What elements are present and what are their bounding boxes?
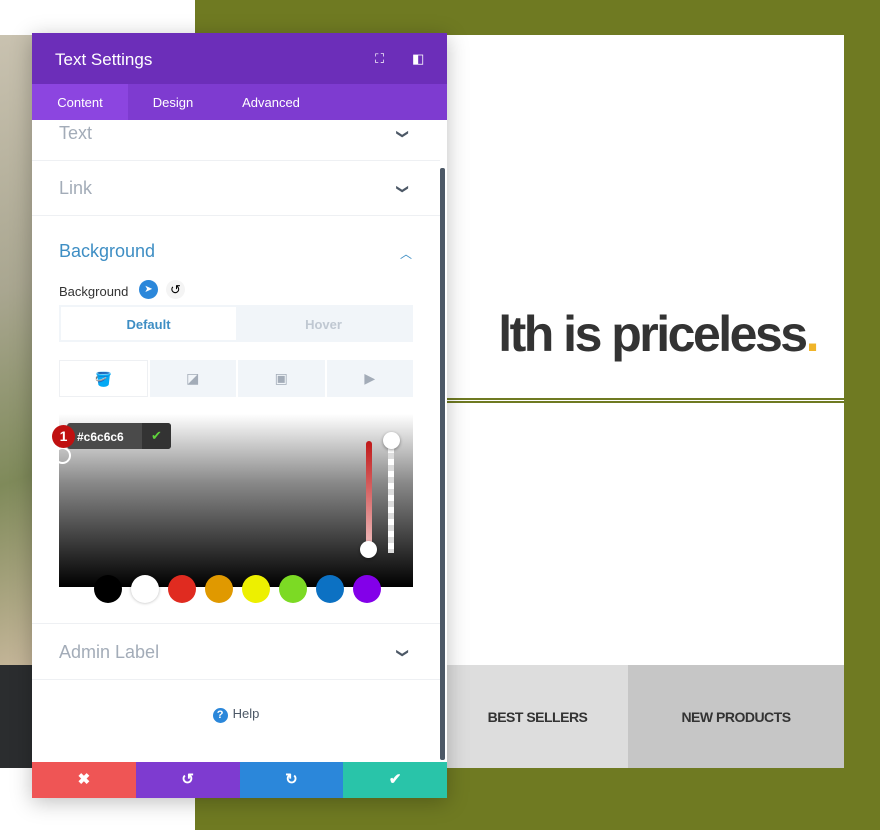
opacity-slider[interactable] <box>388 441 394 553</box>
hue-slider-handle[interactable] <box>360 541 377 558</box>
tab-content[interactable]: Content <box>32 84 128 120</box>
cursor-icon[interactable]: ➤ <box>139 280 158 299</box>
section-link[interactable]: Link ❯ <box>32 161 440 216</box>
sidebar-toggle-icon[interactable]: ◧ <box>412 51 424 67</box>
help-label: Help <box>232 706 260 721</box>
section-text[interactable]: Text ❯ <box>32 120 440 161</box>
chevron-down-icon: ❯ <box>395 128 410 140</box>
swatch-purple[interactable] <box>353 575 381 603</box>
hue-slider[interactable] <box>366 441 372 549</box>
color-picker-handle[interactable] <box>54 447 71 464</box>
reset-icon[interactable]: ↺ <box>166 280 185 299</box>
step-badge: 1 <box>52 425 75 448</box>
tab-design[interactable]: Design <box>128 84 218 120</box>
chevron-up-icon[interactable]: ︿ <box>400 245 412 262</box>
panel-footer: ✖ ↺ ↻ ✔ <box>32 762 447 798</box>
panel-title: Text Settings <box>55 50 153 69</box>
swatch-white[interactable] <box>131 575 159 603</box>
swatch-green[interactable] <box>279 575 307 603</box>
section-label: Admin Label <box>59 642 160 662</box>
settings-panel: Text Settings ⛶ ◧ Content Design Advance… <box>32 33 447 798</box>
paint-bucket-icon[interactable]: 🪣 <box>59 360 148 397</box>
fullscreen-icon[interactable]: ⛶ <box>375 51 384 67</box>
panel-tabs: Content Design Advanced <box>32 84 447 120</box>
save-button[interactable]: ✔ <box>343 762 447 798</box>
headline: lth is priceless. <box>498 306 817 362</box>
chevron-down-icon: ❯ <box>395 647 410 659</box>
section-background-title[interactable]: Background <box>59 241 155 262</box>
section-admin-label[interactable]: Admin Label ❯ <box>32 623 440 680</box>
swatch-black[interactable] <box>94 575 122 603</box>
swatch-yellow[interactable] <box>242 575 270 603</box>
swatch-blue[interactable] <box>316 575 344 603</box>
state-default[interactable]: Default <box>61 307 236 340</box>
background-type-tabs: 🪣 ◪ ▣ ▶ <box>59 360 413 397</box>
section-label: Text <box>59 123 93 143</box>
video-icon[interactable]: ▶ <box>326 360 413 397</box>
scrollbar[interactable] <box>440 168 445 760</box>
section-label: Link <box>59 178 93 198</box>
divider <box>447 398 844 403</box>
background-label: Background <box>59 284 129 299</box>
state-hover[interactable]: Hover <box>236 307 411 340</box>
check-icon[interactable]: ✔ <box>142 423 171 449</box>
redo-button[interactable]: ↻ <box>239 762 344 798</box>
image-icon[interactable]: ▣ <box>238 360 325 397</box>
category-new-products[interactable]: NEW PRODUCTS <box>628 665 844 768</box>
tab-advanced[interactable]: Advanced <box>218 84 324 120</box>
help-icon: ? <box>212 708 228 723</box>
chevron-down-icon: ❯ <box>395 183 410 195</box>
gradient-icon[interactable]: ◪ <box>149 360 236 397</box>
undo-button[interactable]: ↺ <box>135 762 240 798</box>
panel-header: Text Settings <box>32 33 447 84</box>
opacity-slider-handle[interactable] <box>383 432 400 449</box>
color-swatches <box>94 575 381 603</box>
help-link[interactable]: ? Help <box>32 706 440 723</box>
state-toggle: Default Hover <box>59 305 413 342</box>
swatch-red[interactable] <box>168 575 196 603</box>
cancel-button[interactable]: ✖ <box>32 762 136 798</box>
category-best-sellers[interactable]: BEST SELLERS <box>447 665 628 768</box>
swatch-orange[interactable] <box>205 575 233 603</box>
